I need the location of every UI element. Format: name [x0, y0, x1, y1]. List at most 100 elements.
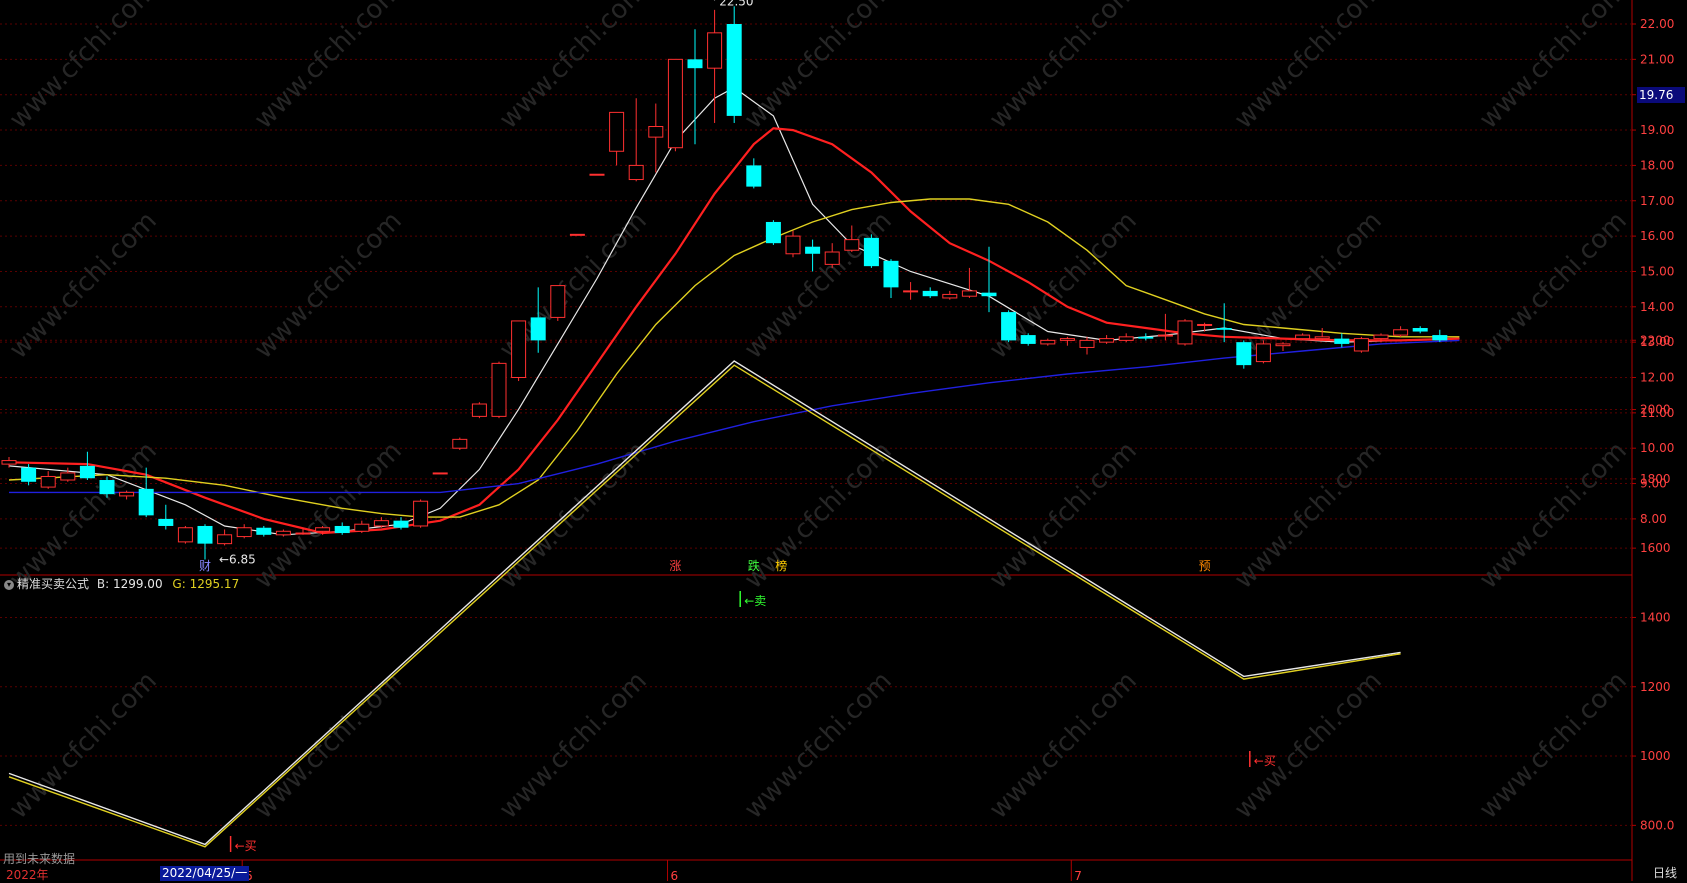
event-marker: 财: [199, 559, 211, 573]
dropdown-chevron-icon[interactable]: ▾: [4, 580, 14, 590]
candle-body: [590, 174, 604, 175]
candle-body: [570, 234, 584, 235]
watermark-text: www.cfchi.com: [984, 0, 1143, 135]
candle-body: [1315, 337, 1329, 339]
watermark-text: www.cfchi.com: [4, 666, 163, 825]
candle-body: [708, 33, 722, 68]
event-marker: 跌: [748, 558, 760, 573]
candle-body: [1158, 335, 1172, 336]
indicator-header[interactable]: ▾精准买卖公式 B: 1299.00 G: 1295.17: [4, 575, 239, 592]
year-label: 2022年: [6, 866, 49, 883]
high-price-label: 22.50: [719, 0, 753, 8]
candle: [610, 112, 624, 165]
candle-body: [1256, 344, 1270, 362]
candle: [1041, 339, 1055, 346]
candle: [80, 452, 95, 480]
candle-body: [316, 528, 330, 532]
watermark-text: www.cfchi.com: [4, 0, 163, 135]
candle: [649, 104, 663, 173]
candle: [668, 59, 682, 151]
watermark-text: www.cfchi.com: [1229, 436, 1388, 595]
watermark-text: www.cfchi.com: [739, 666, 898, 825]
candle: [178, 526, 192, 544]
candle: [1276, 342, 1290, 351]
candle: [864, 234, 879, 268]
candle: [766, 220, 781, 245]
candle: [41, 471, 55, 489]
candle: [1432, 330, 1447, 342]
watermark-text: www.cfchi.com: [494, 0, 653, 135]
candle-body: [218, 535, 232, 544]
watermark-text: www.cfchi.com: [1229, 0, 1388, 135]
buy-signal-label: ←买: [235, 839, 257, 853]
date-badge: 2022/04/25/一: [160, 866, 249, 881]
candle-body: [805, 247, 820, 254]
candle-body: [1041, 340, 1055, 344]
candle-body: [1354, 339, 1368, 351]
g-value-label: G:: [172, 577, 185, 591]
candle-body: [472, 404, 486, 416]
buy-signal-label: ←买: [1254, 754, 1276, 768]
chart-canvas[interactable]: www.cfchi.com www.cfchi.com www.cfchi.com w…: [0, 0, 1687, 881]
candle-body: [825, 252, 839, 264]
candle: [1119, 333, 1133, 342]
period-label[interactable]: 日线: [1653, 864, 1677, 881]
candle-body: [198, 526, 213, 544]
watermark-text: www.cfchi.com: [249, 666, 408, 825]
candle-body: [1413, 328, 1428, 332]
candle-body: [1296, 335, 1310, 339]
candle-body: [786, 236, 800, 254]
candle: [61, 468, 75, 482]
candle: [884, 259, 899, 298]
candle-body: [923, 291, 938, 296]
watermark-text: www.cfchi.com: [984, 666, 1143, 825]
candle-body: [551, 286, 565, 318]
indicator-tick-label: 1600: [1640, 541, 1671, 555]
candle: [708, 10, 722, 123]
moving-average-lines: [9, 88, 1459, 535]
month-tick-label: 6: [671, 869, 679, 881]
event-marker: 涨: [669, 558, 681, 573]
candle: [433, 473, 447, 474]
candle-body: [453, 439, 467, 448]
candle: [1021, 333, 1036, 345]
candle-body: [1138, 337, 1153, 339]
candle: [1158, 314, 1172, 341]
candle-body: [629, 165, 643, 179]
ma-line-ma5: [9, 88, 1459, 535]
candle-body: [296, 533, 310, 534]
candle: [198, 524, 213, 559]
candle: [727, 6, 742, 123]
candle: [1256, 340, 1270, 363]
candle-body: [531, 317, 546, 340]
candle: [1413, 326, 1428, 333]
indicator-tick-label: 800.0: [1640, 818, 1674, 832]
future-data-note: 用到未来数据: [3, 850, 75, 867]
candle-body: [1060, 339, 1074, 341]
indicator-line-g: [9, 365, 1401, 847]
candle: [158, 505, 173, 530]
b-value-label: B:: [97, 577, 109, 591]
watermark-text: www.cfchi.com: [249, 0, 408, 135]
candle-body: [943, 294, 957, 298]
candle-body: [610, 112, 624, 151]
price-tick-label: 19.00: [1640, 123, 1674, 137]
candle: [982, 247, 997, 312]
candle: [551, 286, 565, 321]
candle: [570, 234, 584, 235]
watermark-text: www.cfchi.com: [4, 436, 163, 595]
b-value: 1299.00: [113, 577, 163, 591]
watermark-text: www.cfchi.com: [739, 206, 898, 365]
watermark-text: www.cfchi.com: [4, 206, 163, 365]
candle-body: [394, 521, 409, 528]
candlestick-series[interactable]: [2, 6, 1447, 559]
price-tick-label: 21.00: [1640, 52, 1674, 66]
candle: [590, 174, 604, 175]
indicator-tick-label: 2200: [1640, 333, 1671, 347]
watermark-text: www.cfchi.com: [984, 206, 1143, 365]
candle: [1001, 310, 1016, 342]
candle: [256, 526, 271, 537]
candle-body: [41, 476, 55, 487]
watermark-text: www.cfchi.com: [494, 666, 653, 825]
indicator-tick-label: 1400: [1640, 610, 1671, 624]
